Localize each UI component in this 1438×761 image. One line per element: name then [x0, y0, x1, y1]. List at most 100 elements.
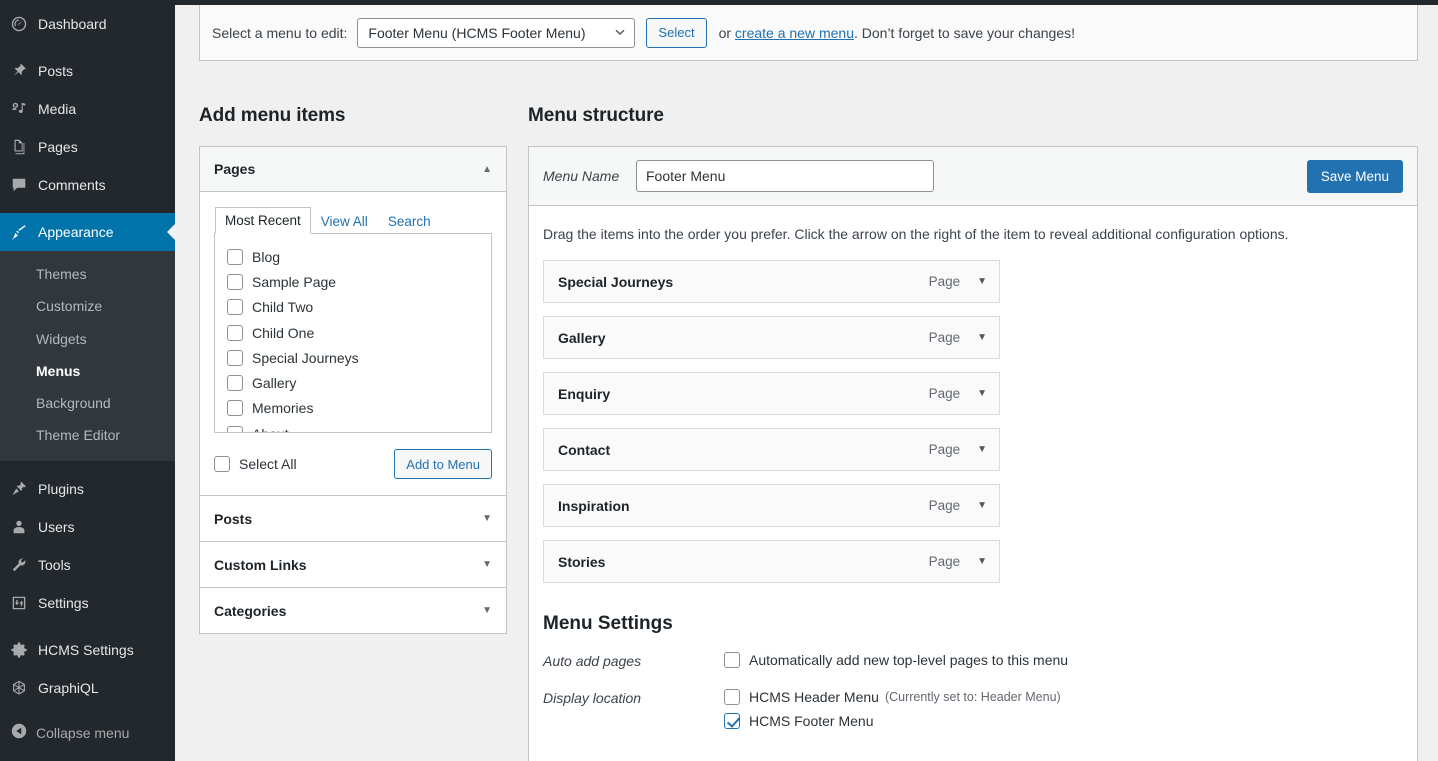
sidebar-item-label: Users: [36, 520, 75, 534]
sidebar-subitem-menus[interactable]: Menus: [0, 355, 175, 387]
menu-settings-section: Menu Settings Auto add pages Automatical…: [529, 596, 1417, 761]
pin-icon: [10, 62, 36, 80]
content-area: Select a menu to edit: Footer Menu (HCMS…: [175, 5, 1438, 761]
hint-prefix: or: [719, 25, 735, 41]
accordion-categories: Categories ▼: [199, 588, 507, 634]
footer-menu-checkbox[interactable]: [724, 713, 740, 729]
collapse-menu-button[interactable]: Collapse menu: [0, 722, 175, 743]
sidebar-item-appearance[interactable]: Appearance: [0, 213, 175, 251]
menu-select-bar: Select a menu to edit: Footer Menu (HCMS…: [199, 5, 1418, 61]
menu-item-title: Enquiry: [558, 386, 610, 402]
accordion-custom-links-header[interactable]: Custom Links ▼: [200, 542, 506, 587]
chevron-down-icon[interactable]: ▼: [977, 276, 987, 287]
sidebar-item-pages[interactable]: Pages: [0, 128, 175, 166]
sidebar-subitem-theme-editor[interactable]: Theme Editor: [0, 419, 175, 451]
add-menu-items-panel: Pages ▲ Most Recent View All Search Blog: [199, 146, 507, 634]
page-label: Gallery: [252, 375, 296, 391]
sidebar-item-plugins[interactable]: Plugins: [0, 470, 175, 508]
table-row[interactable]: Stories Page ▼: [543, 540, 1000, 583]
list-item[interactable]: Memories: [227, 396, 479, 421]
display-location-label: Display location: [543, 689, 724, 706]
page-checkbox[interactable]: [227, 400, 243, 416]
table-row[interactable]: Enquiry Page ▼: [543, 372, 1000, 415]
location-option-header[interactable]: HCMS Header Menu (Currently set to: Head…: [724, 689, 1061, 705]
page-checkbox[interactable]: [227, 249, 243, 265]
create-new-menu-link[interactable]: create a new menu: [735, 25, 854, 41]
sidebar-item-label: Media: [36, 102, 76, 116]
save-menu-button[interactable]: Save Menu: [1307, 160, 1403, 193]
chevron-down-icon[interactable]: ▼: [977, 444, 987, 455]
table-row[interactable]: Contact Page ▼: [543, 428, 1000, 471]
select-all-control[interactable]: Select All: [214, 456, 297, 472]
menu-item-title: Gallery: [558, 330, 605, 346]
comments-icon: [10, 176, 36, 194]
chevron-down-icon[interactable]: ▼: [977, 556, 987, 567]
auto-add-option-label: Automatically add new top-level pages to…: [749, 652, 1068, 668]
menu-items-list: Special Journeys Page ▼ Gallery Page ▼ E…: [543, 260, 1000, 583]
accordion-posts-header[interactable]: Posts ▼: [200, 496, 506, 541]
list-item[interactable]: About: [227, 421, 479, 433]
sidebar-item-tools[interactable]: Tools: [0, 546, 175, 584]
list-item[interactable]: Sample Page: [227, 269, 479, 294]
sidebar-subitem-customize[interactable]: Customize: [0, 290, 175, 322]
user-icon: [10, 518, 36, 536]
page-checkbox[interactable]: [227, 426, 243, 433]
auto-add-pages-label: Auto add pages: [543, 652, 724, 669]
sidebar-item-dashboard[interactable]: Dashboard: [0, 5, 175, 43]
list-item[interactable]: Special Journeys: [227, 345, 479, 370]
table-row[interactable]: Special Journeys Page ▼: [543, 260, 1000, 303]
page-checkbox[interactable]: [227, 375, 243, 391]
accordion-pages: Pages ▲ Most Recent View All Search Blog: [199, 146, 507, 496]
page-checkbox[interactable]: [227, 350, 243, 366]
page-checkbox[interactable]: [227, 274, 243, 290]
sidebar-subitem-background[interactable]: Background: [0, 387, 175, 419]
list-item[interactable]: Gallery: [227, 370, 479, 395]
page-label: About: [252, 426, 289, 433]
sidebar-item-users[interactable]: Users: [0, 508, 175, 546]
sidebar-item-media[interactable]: Media: [0, 90, 175, 128]
auto-add-option[interactable]: Automatically add new top-level pages to…: [724, 652, 1068, 668]
tab-most-recent[interactable]: Most Recent: [215, 207, 311, 234]
menu-item-type: Page: [929, 554, 961, 569]
location-option-footer[interactable]: HCMS Footer Menu: [724, 713, 1061, 729]
chevron-up-icon[interactable]: ▲: [482, 164, 492, 175]
list-item[interactable]: Blog: [227, 244, 479, 269]
chevron-down-icon[interactable]: ▼: [977, 332, 987, 343]
sidebar-item-graphiql[interactable]: GraphiQL: [0, 669, 175, 707]
chevron-down-icon[interactable]: ▼: [977, 500, 987, 511]
table-row[interactable]: Inspiration Page ▼: [543, 484, 1000, 527]
menu-name-input[interactable]: [636, 160, 934, 192]
table-row[interactable]: Gallery Page ▼: [543, 316, 1000, 359]
sidebar-subitem-themes[interactable]: Themes: [0, 258, 175, 290]
menu-name-label: Menu Name: [543, 168, 636, 184]
tab-view-all[interactable]: View All: [311, 208, 378, 234]
add-to-menu-button[interactable]: Add to Menu: [394, 449, 492, 479]
header-menu-checkbox[interactable]: [724, 689, 740, 705]
sidebar-item-hcms-settings[interactable]: HCMS Settings: [0, 631, 175, 669]
accordion-pages-header[interactable]: Pages ▲: [200, 147, 506, 192]
chevron-down-icon[interactable]: ▼: [977, 388, 987, 399]
sidebar-item-comments[interactable]: Comments: [0, 166, 175, 204]
drag-hint-text: Drag the items into the order you prefer…: [543, 226, 1403, 242]
page-label: Special Journeys: [252, 350, 359, 366]
page-checkbox[interactable]: [227, 299, 243, 315]
chevron-down-icon[interactable]: ▼: [482, 605, 492, 616]
list-item[interactable]: Child One: [227, 320, 479, 345]
sidebar-subitem-widgets[interactable]: Widgets: [0, 323, 175, 355]
menu-select-dropdown[interactable]: Footer Menu (HCMS Footer Menu): [357, 18, 635, 48]
chevron-down-icon[interactable]: ▼: [482, 513, 492, 524]
list-item[interactable]: Child Two: [227, 295, 479, 320]
add-menu-items-title: Add menu items: [199, 105, 345, 127]
select-button[interactable]: Select: [646, 18, 706, 48]
chevron-down-icon[interactable]: ▼: [482, 559, 492, 570]
sidebar-item-posts[interactable]: Posts: [0, 52, 175, 90]
tab-search[interactable]: Search: [378, 208, 441, 234]
page-checkbox[interactable]: [227, 325, 243, 341]
menu-item-type: Page: [929, 386, 961, 401]
accordion-categories-header[interactable]: Categories ▼: [200, 588, 506, 633]
location-label: HCMS Footer Menu: [749, 713, 873, 729]
auto-add-checkbox[interactable]: [724, 652, 740, 668]
sidebar-item-settings[interactable]: Settings: [0, 584, 175, 622]
select-all-checkbox[interactable]: [214, 456, 230, 472]
menu-item-type: Page: [929, 274, 961, 289]
